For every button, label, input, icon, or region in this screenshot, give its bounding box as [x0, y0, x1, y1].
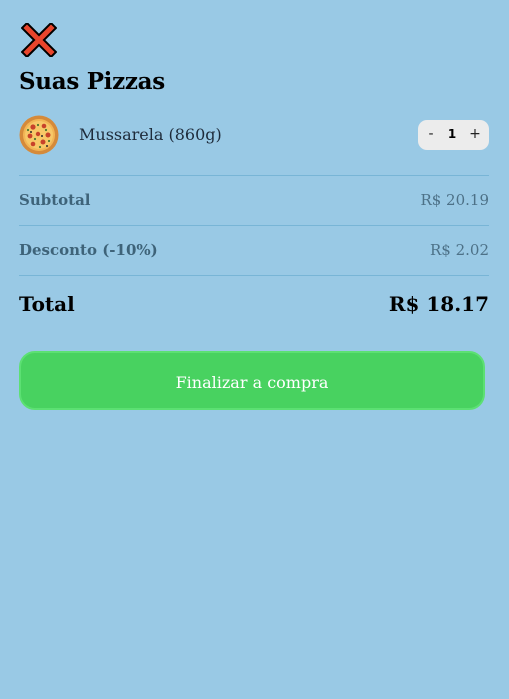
subtotal-value: R$ 20.19 — [420, 191, 489, 209]
decrease-quantity-button[interactable]: - — [420, 120, 442, 150]
discount-value: R$ 2.02 — [429, 241, 489, 259]
quantity-stepper: - 1 + — [418, 120, 489, 150]
cart-item: Mussarela (860g) - 1 + — [19, 115, 489, 155]
total-row: Total R$ 18.17 — [19, 289, 489, 319]
pizza-icon — [19, 115, 59, 155]
divider — [19, 175, 489, 176]
subtotal-row: Subtotal R$ 20.19 — [19, 188, 489, 212]
close-icon — [20, 21, 58, 59]
divider — [19, 225, 489, 226]
increase-quantity-button[interactable]: + — [464, 120, 486, 150]
checkout-button[interactable]: Finalizar a compra — [19, 351, 485, 410]
close-button[interactable] — [20, 21, 58, 59]
total-value: R$ 18.17 — [388, 292, 489, 316]
quantity-value: 1 — [447, 127, 457, 141]
subtotal-label: Subtotal — [19, 191, 91, 209]
divider — [19, 275, 489, 276]
total-label: Total — [19, 292, 75, 316]
page-title: Suas Pizzas — [19, 68, 165, 95]
discount-label: Desconto (-10%) — [19, 241, 158, 259]
item-name: Mussarela (860g) — [79, 125, 222, 144]
discount-row: Desconto (-10%) R$ 2.02 — [19, 238, 489, 262]
